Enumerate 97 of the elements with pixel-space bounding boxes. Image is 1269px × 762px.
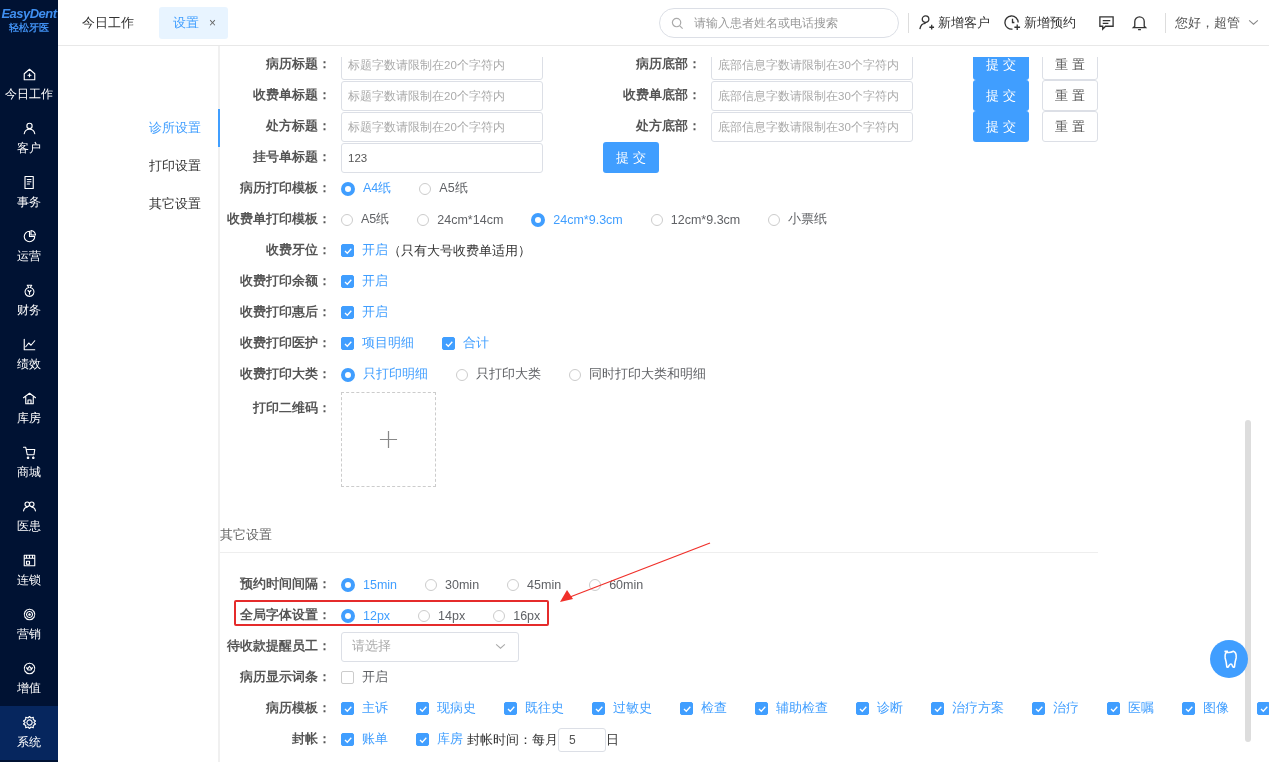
sidebar-item[interactable]: 营销 [0,598,58,652]
gear-icon [21,715,37,730]
field-label: 病历标题： [265,57,331,73]
add-person-icon [918,14,935,31]
reset-button[interactable]: 重 置 [1042,80,1098,111]
input-field[interactable]: 底部信息字数请限制在30个字符内 [711,57,913,80]
target-icon [21,607,37,622]
radio-option[interactable]: 只打印大类 [456,366,541,383]
plus-icon [379,430,398,449]
close-icon[interactable]: × [209,15,216,30]
line-chart-icon [21,337,37,352]
sidebar-item[interactable]: 商城 [0,436,58,490]
field-label: 全局字体设置： [239,607,331,624]
radio-option[interactable]: 60min [589,577,644,592]
bell-icon[interactable] [1131,14,1148,31]
section-title: 其它设置 [220,527,273,544]
field-label: 收费单底部： [622,87,701,104]
field-label: 待收款提醒员工： [226,638,331,655]
search-field[interactable]: 请输入患者姓名或电话搜索 [659,7,899,38]
field-label: 收费打印大类： [239,366,331,383]
home-icon [21,67,37,82]
upload-box[interactable] [341,392,436,487]
people-icon [21,499,37,514]
store-icon [21,553,37,568]
field-label: 病历底部： [635,57,701,73]
reset-button[interactable]: 重 置 [1042,57,1098,80]
field-label: 处方底部： [635,118,701,135]
search-icon [671,16,684,30]
checkbox-option[interactable] [1257,702,1269,715]
header-action[interactable]: 新增客户 [918,13,990,32]
input-field[interactable]: 标题字数请限制在20个字符内 [341,57,543,80]
message-icon[interactable] [1098,14,1115,31]
sidebar-item[interactable]: 增值 [0,652,58,706]
field-label: 病历模板： [265,700,331,717]
sidebar-item[interactable]: 连锁 [0,544,58,598]
float-button[interactable] [1210,640,1248,678]
reset-button[interactable]: 重 置 [1042,111,1098,142]
field-label: 收费打印惠后： [239,304,331,321]
field-label: 病历打印模板： [239,180,331,197]
logo-title: EasyDent [1,6,57,21]
sidebar-item[interactable]: 库房 [0,382,58,436]
sidebar-item[interactable]: 系统 [0,706,58,760]
caret-icon [1248,19,1259,26]
input-field[interactable]: 底部信息字数请限制在30个字符内 [711,111,913,142]
house-icon [21,391,37,406]
field-label: 收费打印医护： [239,335,331,352]
sidebar-item[interactable]: 今日工作 [0,58,58,112]
radio-option[interactable]: 24cm*14cm [417,212,504,227]
field-label: 封帐： [291,731,331,748]
sidebar-item[interactable]: 客户 [0,112,58,166]
input-field[interactable]: 底部信息字数请限制在30个字符内 [711,80,913,111]
sidebar-item[interactable]: 医患 [0,490,58,544]
radio-option[interactable]: 小票纸 [768,211,828,228]
field-label: 挂号单标题： [252,149,331,166]
radio-option[interactable]: 16px [493,608,541,623]
badge-icon [21,661,37,676]
sidebar-item[interactable]: 事务 [0,166,58,220]
clock-plus-icon [1004,14,1021,31]
document-icon [21,175,37,190]
radio-option[interactable]: A5纸 [419,180,468,197]
input-field[interactable]: 标题字数请限制在20个字符内 [341,80,543,111]
radio-option[interactable]: 同时打印大类和明细 [569,366,706,383]
field-label: 处方标题： [265,118,331,135]
field-label: 收费打印余额： [239,273,331,290]
closing-label: 封帐时间：每月 [467,730,558,749]
radio-option[interactable]: 14px [418,608,466,623]
logo-subtitle: 轻松牙医 [9,21,49,35]
radio-option[interactable]: 30min [425,577,480,592]
subnav-item[interactable]: 其它设置 [58,185,220,223]
field-label: 病历显示词条： [239,669,331,686]
sidebar-item[interactable]: 运营 [0,220,58,274]
sidebar-item[interactable]: 绩效 [0,328,58,382]
field-label: 收费单标题： [252,87,331,104]
note-text: （只有大号收费单适用） [388,241,531,260]
radio-option[interactable]: 12cm*9.3cm [650,212,741,227]
pie-chart-icon [21,229,37,244]
field-label: 收费单打印模板： [226,211,331,228]
scrollbar-thumb[interactable] [1245,420,1251,742]
caret-icon [495,643,506,650]
tab[interactable]: 设置 × [159,6,228,39]
unit-label: 日 [606,730,619,749]
field-label: 打印二维码： [251,400,331,417]
tab[interactable]: 今日工作 [58,6,158,39]
field-label: 预约时间间隔： [239,576,331,593]
subnav-item[interactable]: 打印设置 [58,147,220,185]
checkbox-option[interactable]: 开启 [341,669,388,686]
user-menu[interactable]: 您好，超管 [1175,13,1259,32]
sidebar-item[interactable]: 财务 [0,274,58,328]
input-field[interactable]: 123 [341,142,543,173]
radio-option[interactable]: 45min [507,577,562,592]
radio-option[interactable]: A5纸 [341,211,390,228]
input-field[interactable]: 标题字数请限制在20个字符内 [341,111,543,142]
input-field[interactable]: 5 [558,727,606,752]
person-icon [21,121,37,136]
header-action[interactable]: 新增预约 [1004,13,1076,32]
field-label: 收费牙位： [265,242,331,259]
cart-icon [21,445,37,460]
